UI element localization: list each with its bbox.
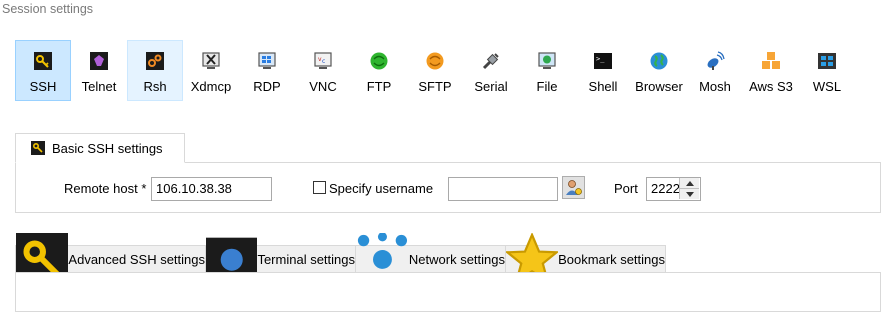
session-type-wsl[interactable]: WSL [799,40,855,101]
ssh-key-icon [31,141,45,155]
tab-bookmark-settings[interactable]: Bookmark settings [505,233,666,285]
xdmcp-icon [202,52,220,69]
user-icon [566,180,582,195]
svg-text:c: c [322,58,325,65]
svg-text:>_: >_ [596,55,605,63]
ftp-icon [370,52,388,70]
remote-host-input[interactable]: 106.10.38.38 [151,177,272,201]
specify-username-checkbox[interactable] [313,181,326,194]
window-title: Session settings [2,2,94,16]
spin-up-button[interactable] [680,178,699,188]
tab-label: Advanced SSH settings [68,252,205,267]
session-type-aws-s3[interactable]: Aws S3 [743,40,799,101]
specify-username-label: Specify username [329,181,434,196]
vnc-icon: v c [314,52,332,69]
rdp-icon [258,52,276,69]
session-type-serial[interactable]: Serial [463,40,519,101]
telnet-icon [90,52,108,70]
session-type-rsh[interactable]: Rsh [127,40,183,101]
browser-icon [650,52,668,70]
remote-host-label: Remote host * [64,181,147,196]
rsh-icon [146,52,164,70]
session-type-browser[interactable]: Browser [631,40,687,101]
serial-icon [482,53,499,70]
spin-down-button[interactable] [680,188,699,199]
session-type-label: WSL [812,79,842,94]
tab-label: Basic SSH settings [52,140,163,156]
tab-advanced-ssh-settings[interactable]: Advanced SSH settings [15,233,206,286]
mosh-icon [707,51,725,70]
advanced-settings-panel [15,272,881,312]
port-spinner[interactable] [679,178,699,199]
port-label: Port [614,181,638,196]
session-type-sftp[interactable]: SFTP [407,40,463,101]
chevron-down-icon [685,191,694,197]
session-type-xdmcp[interactable]: Xdmcp [183,40,239,101]
username-input[interactable] [448,177,558,201]
tab-label: Bookmark settings [558,252,665,267]
session-type-telnet[interactable]: Telnet [71,40,127,101]
wsl-icon [818,53,836,69]
ssh-key-icon [34,52,52,70]
sftp-icon [426,52,444,70]
session-type-ssh[interactable]: SSH [15,40,71,101]
tab-label: Network settings [408,252,505,267]
tab-label: Terminal settings [257,252,355,267]
select-user-button[interactable] [562,176,585,199]
tab-basic-ssh-settings[interactable]: Basic SSH settings [15,133,185,163]
session-type-file[interactable]: File [519,40,575,101]
chevron-up-icon [685,180,694,186]
tab-network-settings[interactable]: Network settings [355,233,506,286]
aws-s3-icon [762,52,780,69]
session-type-ftp[interactable]: FTP [351,40,407,101]
session-type-rdp[interactable]: RDP [239,40,295,101]
session-type-vnc[interactable]: v c VNC [295,40,351,101]
shell-icon: >_ [594,53,612,69]
file-icon [538,52,556,69]
session-type-shell[interactable]: >_ Shell [575,40,631,101]
session-type-mosh[interactable]: Mosh [687,40,743,101]
tab-terminal-settings[interactable]: Terminal settings [205,237,356,282]
